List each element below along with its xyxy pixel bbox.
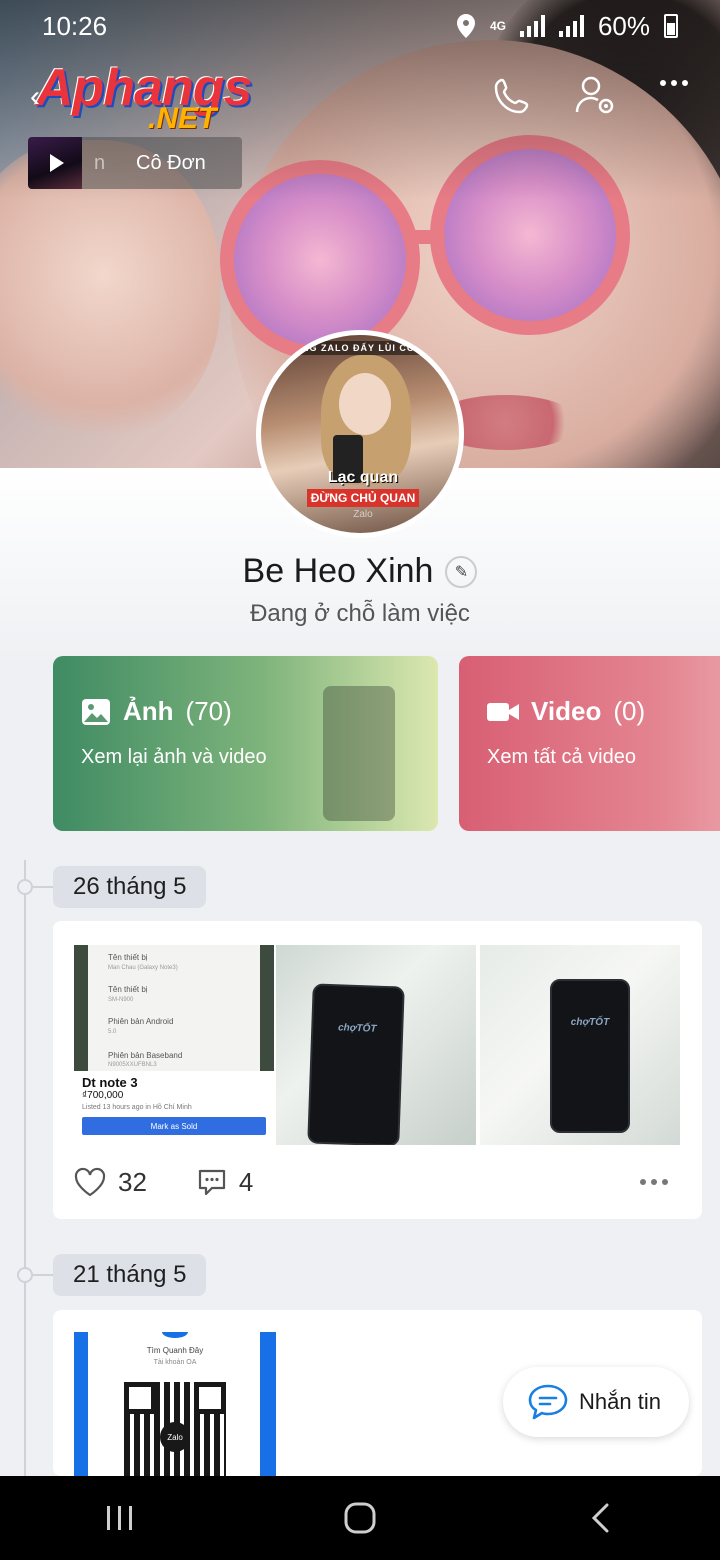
photo-brand: chợTỐT — [570, 1017, 610, 1028]
listing-meta: Listed 13 hours ago in Hồ Chí Minh — [82, 1104, 192, 1111]
video-camera-icon — [487, 702, 519, 721]
post-card[interactable]: Tên thiết bị Man Chau (Galaxy Note3) Tên… — [53, 921, 702, 1219]
post-date: 21 tháng 5 — [53, 1254, 207, 1296]
message-button-label: Nhắn tin — [579, 1389, 661, 1414]
screenshot-row-value: 5.0 — [108, 1029, 117, 1035]
phone-device: chợTỐT — [550, 979, 630, 1133]
screenshot-row-value: Man Chau (Galaxy Note3) — [108, 965, 178, 971]
listing-title: Dt note 3 — [82, 1075, 138, 1090]
listing-info: Dt note 3 ₫700,000 Listed 13 hours ago i… — [74, 1071, 274, 1145]
logo-sub: .NET — [148, 102, 217, 135]
profile-music[interactable]: n Cô Đơn — [28, 137, 242, 189]
signal-icon-2 — [558, 15, 584, 37]
like-count: 32 — [118, 1166, 147, 1197]
post-photo-3[interactable]: chợTỐT — [480, 945, 680, 1145]
timeline-dot — [17, 1267, 33, 1283]
profile-status[interactable]: Đang ở chỗ làm việc — [0, 600, 720, 628]
qr-avatar — [162, 1332, 188, 1338]
more-icon[interactable] — [660, 80, 688, 86]
photo-brand: chợTỐT — [337, 1022, 377, 1035]
videos-subtitle: Xem tất cả video — [487, 746, 636, 768]
timeline-line — [24, 860, 26, 1500]
status-bar: 10:26 4G 60% — [0, 0, 720, 52]
photos-subtitle: Xem lại ảnh và video — [81, 746, 267, 768]
phone-icon[interactable] — [490, 74, 534, 118]
videos-card[interactable]: Video (0) Xem tất cả video — [459, 656, 720, 831]
status-time: 10:26 — [42, 10, 108, 41]
watermark-logo: Aphangs .NET — [36, 58, 252, 135]
screenshot-row-value: SM-N900 — [108, 997, 134, 1003]
videos-label: Video — [531, 696, 602, 726]
image-icon — [82, 698, 110, 725]
photos-card-title: Ảnh (70) — [81, 696, 232, 727]
message-button[interactable]: Nhắn tin — [503, 1367, 689, 1437]
profile-name-row: Be Heo Xinh ✎ — [0, 552, 720, 591]
like-button[interactable]: 32 — [74, 1167, 147, 1198]
post-photo-1[interactable]: Tên thiết bị Man Chau (Galaxy Note3) Tên… — [74, 945, 274, 1145]
post-photo-2[interactable]: chợTỐT — [276, 945, 476, 1145]
comment-button[interactable]: 4 — [197, 1167, 253, 1198]
qr-subtitle: Tài khoản OA — [153, 1359, 197, 1366]
avatar-banner: Lạc quan ĐỪNG CHỦ QUAN Zalo — [305, 469, 421, 520]
photos-label: Ảnh — [123, 696, 174, 726]
post-date: 26 tháng 5 — [53, 866, 207, 908]
timeline-dot — [17, 879, 33, 895]
music-track-fragment: n — [94, 151, 106, 174]
back-nav-icon[interactable] — [570, 1488, 630, 1548]
photos-count: (70) — [185, 696, 232, 726]
screenshot-row: Tên thiết bị — [108, 953, 148, 962]
battery-percent: 60% — [597, 10, 650, 41]
timeline-tick — [33, 1274, 53, 1276]
network-type: 4G — [489, 19, 506, 33]
avatar[interactable]: CÙNG ZALO ĐẨY LÙI COVID Lạc quan ĐỪNG CH… — [256, 330, 464, 538]
avatar-face — [339, 373, 391, 435]
back-icon[interactable]: ‹ — [30, 80, 40, 114]
mark-as-sold-button: Mark as Sold — [82, 1117, 266, 1135]
timeline-tick — [33, 886, 53, 888]
screenshot-row: Phiên bản Android — [108, 1017, 174, 1026]
logo-main: Aphangs — [36, 59, 252, 117]
status-icons: 4G 60% — [456, 11, 678, 42]
music-track-title: Cô Đơn — [136, 151, 206, 174]
photos-card-thumbnail — [323, 686, 395, 821]
post-more-icon[interactable] — [640, 1179, 668, 1185]
post-actions: 32 4 — [74, 1164, 674, 1200]
qr-name: Tìm Quanh Đây — [146, 1346, 204, 1355]
avatar-frame-text: CÙNG ZALO ĐẨY LÙI COVID — [281, 341, 439, 355]
recent-apps-icon[interactable] — [90, 1488, 150, 1548]
videos-count: (0) — [613, 696, 646, 726]
chat-bubble-icon — [528, 1384, 568, 1420]
heart-icon — [74, 1167, 106, 1197]
screenshot-row: Tên thiết bị — [108, 985, 148, 994]
screenshot-row-value: N9005XXUFBNL3 — [108, 1062, 157, 1068]
phone-device: chợTỐT — [307, 983, 405, 1145]
avatar-banner-line1: Lạc quan — [327, 469, 399, 486]
location-icon — [456, 14, 475, 38]
qr-logo: Zalo — [160, 1422, 190, 1452]
user-settings-icon[interactable] — [574, 74, 618, 118]
photos-card[interactable]: Ảnh (70) Xem lại ảnh và video — [53, 656, 438, 831]
battery-icon — [664, 14, 678, 38]
comment-icon — [198, 1169, 226, 1196]
signal-icon — [519, 15, 545, 37]
cover-glasses-bridge — [405, 230, 445, 244]
home-icon[interactable] — [330, 1488, 390, 1548]
avatar-banner-line2: ĐỪNG CHỦ QUAN — [306, 489, 420, 507]
videos-card-title: Video (0) — [487, 696, 645, 727]
edit-name-icon[interactable]: ✎ — [445, 555, 478, 588]
system-navbar — [0, 1476, 720, 1560]
comment-count: 4 — [238, 1166, 254, 1197]
music-play-icon[interactable] — [28, 137, 82, 189]
avatar-banner-line3: Zalo — [353, 509, 373, 520]
screenshot-row: Phiên bản Baseband — [108, 1051, 183, 1060]
listing-price: ₫700,000 — [82, 1090, 124, 1101]
profile-name: Be Heo Xinh — [242, 552, 434, 590]
